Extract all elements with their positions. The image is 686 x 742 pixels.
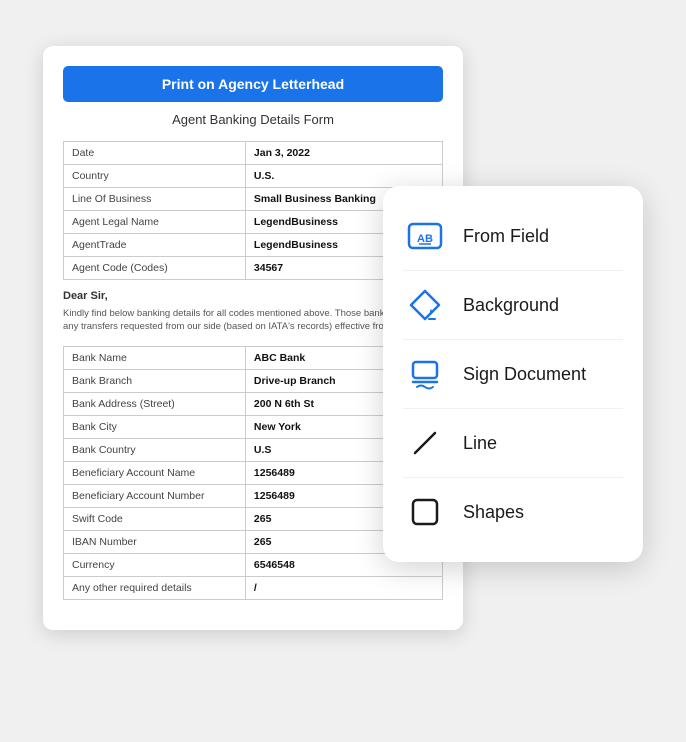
sign-document-icon [403,352,447,396]
print-button[interactable]: Print on Agency Letterhead [63,66,443,102]
table-row: Currency 6546548 [64,553,443,576]
field-label: Beneficiary Account Number [64,484,246,507]
field-label: Agent Code (Codes) [64,257,246,280]
from-field-label: From Field [463,226,549,247]
field-value: / [245,576,442,599]
background-label: Background [463,295,559,316]
field-label: Bank Address (Street) [64,392,246,415]
field-value: Jan 3, 2022 [245,142,442,165]
field-label: Country [64,165,246,188]
field-label: Date [64,142,246,165]
menu-item-background[interactable]: Background [403,271,623,340]
line-label: Line [463,433,497,454]
field-label: Agent Legal Name [64,211,246,234]
field-label: Bank City [64,415,246,438]
menu-item-from-field[interactable]: AB From Field [403,202,623,271]
table-row: Date Jan 3, 2022 [64,142,443,165]
field-label: Currency [64,553,246,576]
field-label: Line Of Business [64,188,246,211]
sign-document-label: Sign Document [463,364,586,385]
field-label: Bank Branch [64,369,246,392]
shapes-label: Shapes [463,502,524,523]
field-label: Any other required details [64,576,246,599]
field-label: IBAN Number [64,530,246,553]
field-label: Swift Code [64,507,246,530]
field-label: AgentTrade [64,234,246,257]
document-title: Agent Banking Details Form [63,112,443,127]
menu-item-line[interactable]: Line [403,409,623,478]
svg-text:AB: AB [417,233,433,245]
menu-item-sign-document[interactable]: Sign Document [403,340,623,409]
field-label: Beneficiary Account Name [64,461,246,484]
table-row: Any other required details / [64,576,443,599]
shapes-icon [403,490,447,534]
menu-item-shapes[interactable]: Shapes [403,478,623,546]
line-icon [403,421,447,465]
table-row: Country U.S. [64,165,443,188]
menu-card: AB From Field Background [383,186,643,562]
field-label: Bank Country [64,438,246,461]
field-value: U.S. [245,165,442,188]
background-icon [403,283,447,327]
field-label: Bank Name [64,346,246,369]
from-field-icon: AB [403,214,447,258]
